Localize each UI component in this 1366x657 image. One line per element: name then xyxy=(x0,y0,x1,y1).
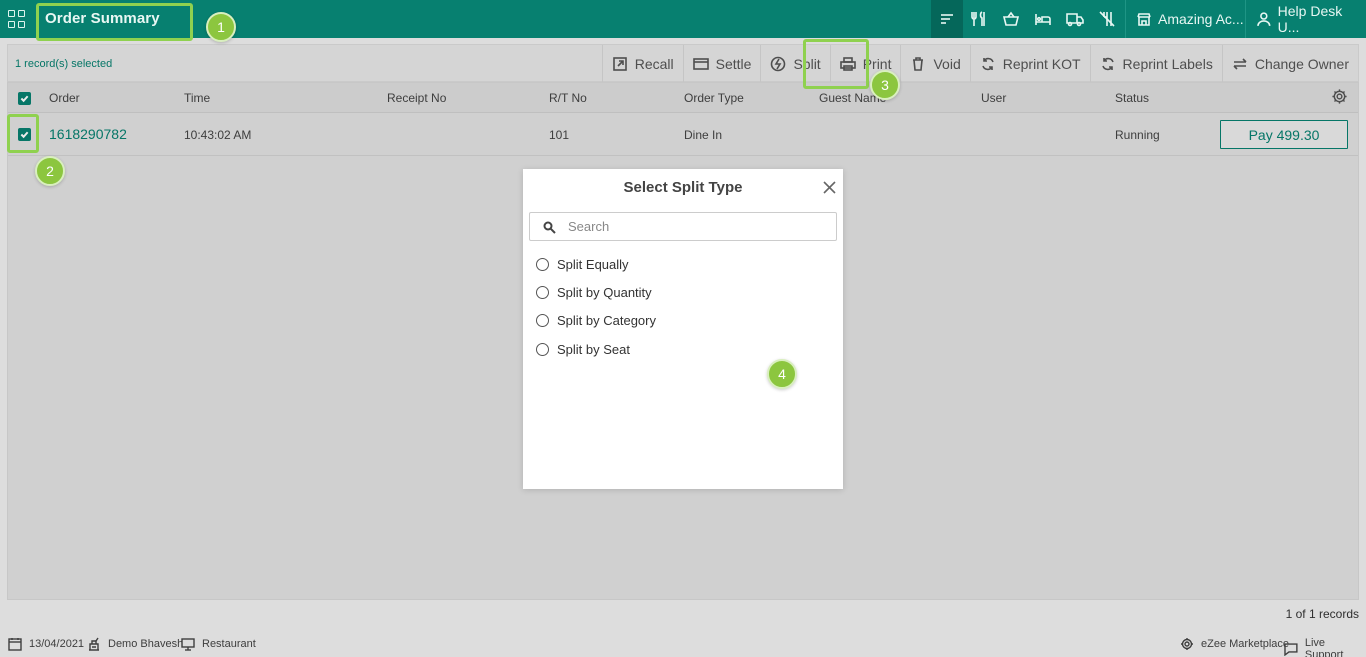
store-icon xyxy=(1137,13,1151,26)
radio-button[interactable] xyxy=(536,343,549,356)
property-name: Amazing Ac... xyxy=(1158,11,1244,27)
option-label: Split by Category xyxy=(557,313,656,328)
highlight-row-checkbox xyxy=(7,114,39,153)
apps-grid-icon[interactable] xyxy=(8,10,26,28)
search-icon xyxy=(543,221,556,234)
radio-button[interactable] xyxy=(536,314,549,327)
restaurant-icon[interactable] xyxy=(963,0,995,38)
split-option-category[interactable]: Split by Category xyxy=(536,313,656,328)
user-menu[interactable]: Help Desk U... xyxy=(1245,0,1366,38)
highlight-split-button xyxy=(803,39,869,89)
top-bar: Order Summary Amazing Ac... Help Desk U.… xyxy=(0,0,1366,38)
module-icons xyxy=(931,0,1123,38)
option-label: Split by Quantity xyxy=(557,285,652,300)
user-name: Help Desk U... xyxy=(1277,3,1343,35)
option-label: Split by Seat xyxy=(557,342,630,357)
no-service-icon[interactable] xyxy=(1091,0,1123,38)
option-label: Split Equally xyxy=(557,257,629,272)
bed-icon[interactable] xyxy=(1027,0,1059,38)
step-badge-4: 4 xyxy=(767,359,797,389)
close-icon[interactable] xyxy=(823,181,836,194)
step-badge-1: 1 xyxy=(206,12,236,42)
highlight-page-title xyxy=(36,3,193,41)
user-icon xyxy=(1257,12,1271,26)
split-option-seat[interactable]: Split by Seat xyxy=(536,342,630,357)
split-option-equally[interactable]: Split Equally xyxy=(536,257,629,272)
property-selector[interactable]: Amazing Ac... xyxy=(1125,0,1244,38)
dialog-title: Select Split Type xyxy=(623,179,743,196)
basket-icon[interactable] xyxy=(995,0,1027,38)
search-input[interactable] xyxy=(568,219,828,234)
split-type-dialog: Select Split Type Split Equally Split by… xyxy=(523,169,843,489)
step-badge-3: 3 xyxy=(870,70,900,100)
search-box xyxy=(529,212,837,241)
delivery-truck-icon[interactable] xyxy=(1059,0,1091,38)
split-option-quantity[interactable]: Split by Quantity xyxy=(536,285,652,300)
step-badge-2: 2 xyxy=(35,156,65,186)
sort-icon[interactable] xyxy=(931,0,963,38)
radio-button[interactable] xyxy=(536,258,549,271)
radio-button[interactable] xyxy=(536,286,549,299)
